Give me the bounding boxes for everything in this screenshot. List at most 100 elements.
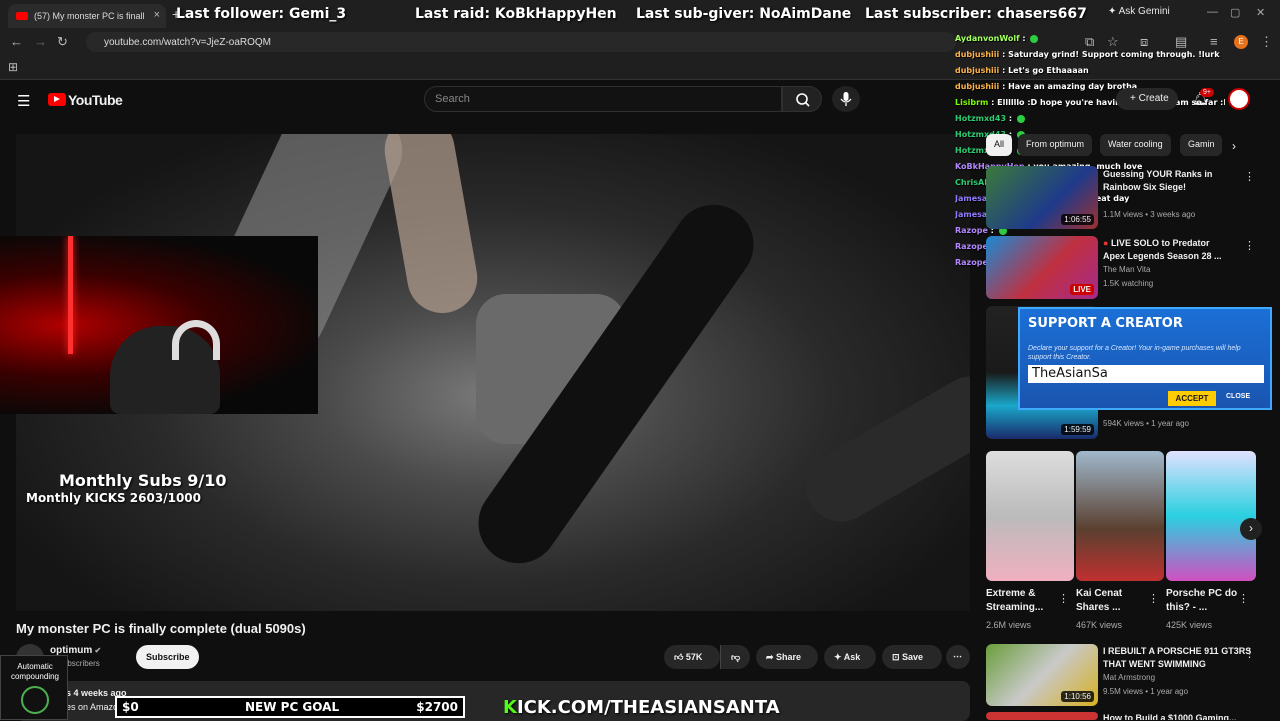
minimize-icon[interactable]: —: [1207, 6, 1218, 18]
live-badge: LIVE: [1070, 284, 1094, 295]
save-button[interactable]: ⊡ Save: [882, 645, 942, 669]
short-views: 2.6M views: [986, 620, 1032, 630]
browser-menu-icon[interactable]: ⋮: [1260, 34, 1273, 50]
monthly-subs-text: Monthly Subs 9/10: [59, 471, 227, 490]
short-views: 467K views: [1076, 620, 1123, 630]
create-button[interactable]: + Create: [1116, 88, 1178, 110]
chat-text: Have an amazing day brotha: [1008, 82, 1138, 91]
rec-channel[interactable]: Mat Armstrong: [1103, 673, 1155, 682]
hamburger-menu-icon[interactable]: ☰: [17, 92, 30, 110]
chat-username: dubjushiii: [955, 82, 1000, 91]
creator-code-input[interactable]: TheAsianSa: [1028, 365, 1264, 383]
cable-shape: [793, 363, 970, 535]
rec-title[interactable]: I REBUILT A PORSCHE 911 GT3RS THAT WENT …: [1103, 645, 1253, 671]
rec-channel[interactable]: The Man Vita: [1103, 265, 1150, 274]
more-actions-icon[interactable]: ⋯: [946, 645, 970, 669]
description-text: es on Amazo: [66, 702, 119, 712]
youtube-logo-text[interactable]: YouTube: [68, 92, 123, 108]
search-input[interactable]: Search: [424, 86, 782, 112]
gemini-icon: ✦: [1108, 6, 1119, 17]
more-options-icon[interactable]: ⋮: [1148, 592, 1159, 605]
rec-title[interactable]: ● LIVE SOLO to Predator Apex Legends Sea…: [1103, 237, 1233, 263]
chip-gaming[interactable]: Gamin: [1180, 134, 1222, 156]
chat-username: dubjushiii: [955, 66, 1000, 75]
share-button[interactable]: ➦ Share: [756, 645, 818, 669]
rec-duration: 1:06:55: [1061, 214, 1094, 225]
chip-all[interactable]: All: [986, 134, 1013, 156]
goal-max: $2700: [416, 700, 458, 714]
account-avatar[interactable]: [1228, 88, 1250, 110]
ask-gemini-label: Ask Gemini: [1118, 6, 1170, 17]
like-count: 57K: [685, 652, 703, 662]
reload-icon[interactable]: ↻: [57, 34, 68, 50]
like-button[interactable]: 👍︎ 57K: [664, 645, 720, 669]
compounding-logo-icon: [21, 686, 49, 714]
voice-search-button[interactable]: [832, 86, 860, 112]
microphone-icon: [840, 92, 852, 106]
chat-message: dubjushiii : Have an amazing day brotha: [955, 82, 1225, 98]
rec-meta: 1.1M views • 3 weeks ago: [1103, 210, 1196, 219]
more-options-icon[interactable]: ⋮: [1244, 647, 1255, 660]
profile-avatar[interactable]: E: [1234, 35, 1248, 49]
finger-shape: [379, 134, 483, 319]
short-title[interactable]: Porsche PC do this? - ...: [1166, 587, 1244, 615]
share-icon: ➦: [766, 652, 777, 662]
more-options-icon[interactable]: ⋮: [1058, 592, 1069, 605]
close-window-icon[interactable]: ✕: [1256, 6, 1265, 19]
apps-grid-icon[interactable]: ⊞: [8, 60, 18, 74]
chat-separator: :: [1019, 34, 1029, 43]
close-button[interactable]: CLOSE: [1226, 393, 1250, 400]
emote-icon: [1030, 34, 1039, 43]
chat-message: dubjushiii : Let's go Ethaaaan: [955, 66, 1225, 82]
short-title[interactable]: Kai Cenat Shares ...: [1076, 587, 1154, 615]
chips-next-icon[interactable]: ›: [1232, 139, 1236, 153]
forward-icon[interactable]: →: [34, 34, 47, 49]
rec-thumbnail[interactable]: [986, 712, 1098, 720]
chip-from-optimum[interactable]: From optimum: [1018, 134, 1093, 156]
auto-line-1: Automatic: [17, 662, 53, 671]
close-tab-icon[interactable]: ×: [154, 9, 160, 21]
back-icon[interactable]: ←: [10, 34, 23, 49]
subscribe-button[interactable]: Subscribe: [136, 645, 199, 669]
rec-title[interactable]: Guessing YOUR Ranks in Rainbow Six Siege…: [1103, 168, 1233, 194]
url-field[interactable]: youtube.com/watch?v=JjeZ-oaROQM: [86, 32, 956, 52]
chat-username: Lisibrm: [955, 98, 989, 107]
plus-icon: +: [1130, 93, 1139, 104]
ask-label: Ask: [843, 652, 861, 662]
last-follower-text: Last follower: Gemi_3: [176, 6, 347, 22]
search-placeholder: Search: [435, 93, 470, 105]
auto-badge-text: Automatic compounding: [1, 662, 69, 682]
maximize-icon[interactable]: ▢: [1230, 6, 1240, 19]
chat-separator: :: [999, 66, 1009, 75]
rec-title[interactable]: How to Build a $1000 Gaming...: [1103, 712, 1253, 720]
more-options-icon[interactable]: ⋮: [1244, 239, 1255, 252]
chat-username: Razope: [955, 226, 988, 235]
dislike-button[interactable]: 👎︎: [720, 645, 750, 669]
chat-separator: :: [999, 50, 1009, 59]
chat-message: Lisibrm : Ellllllo :D hope you're havin …: [955, 98, 1225, 114]
rec-thumbnail[interactable]: LIVE: [986, 236, 1098, 299]
ask-button[interactable]: ✦ Ask: [824, 645, 876, 669]
chat-username: AydanvonWolf: [955, 34, 1020, 43]
short-thumbnail[interactable]: [1166, 451, 1256, 581]
accept-button[interactable]: ACCEPT: [1168, 391, 1216, 406]
short-thumbnail[interactable]: [986, 451, 1074, 581]
kick-url-text: KICK.COM/THEASIANSANTA: [503, 697, 780, 718]
search-button[interactable]: [782, 86, 822, 112]
more-options-icon[interactable]: ⋮: [1238, 592, 1249, 605]
chat-username: Razope: [955, 258, 988, 267]
shorts-next-icon[interactable]: ›: [1240, 518, 1262, 540]
more-options-icon[interactable]: ⋮: [1244, 170, 1255, 183]
rec-thumbnail[interactable]: 1:06:55: [986, 166, 1098, 229]
share-label: Share: [776, 652, 802, 662]
pc-goal-bar: $0 NEW PC GOAL $2700: [115, 696, 465, 718]
short-thumbnail[interactable]: [1076, 451, 1164, 581]
rec-title-text: LIVE SOLO to Predator Apex Legends Seaso…: [1103, 238, 1222, 261]
short-title[interactable]: Extreme & Streaming...: [986, 587, 1064, 615]
verified-icon: ✔: [92, 646, 102, 655]
browser-tab[interactable]: (57) My monster PC is finall ×: [8, 4, 166, 28]
chat-username: Hotzmxd43: [955, 114, 1007, 123]
rec-thumbnail[interactable]: 1:10:56: [986, 644, 1098, 706]
chip-water-cooling[interactable]: Water cooling: [1100, 134, 1171, 156]
ask-gemini-button[interactable]: ✦ Ask Gemini: [1108, 6, 1180, 22]
